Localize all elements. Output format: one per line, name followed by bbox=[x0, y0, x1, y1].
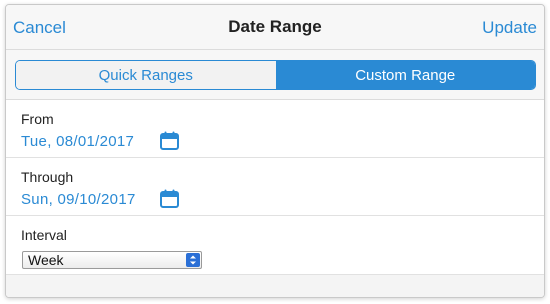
tab-quick-ranges[interactable]: Quick Ranges bbox=[16, 61, 276, 89]
from-date-value[interactable]: Tue, 08/01/2017 bbox=[21, 133, 134, 150]
through-date-value[interactable]: Sun, 09/10/2017 bbox=[21, 191, 136, 208]
range-segmented-control: Quick Ranges Custom Range bbox=[15, 60, 536, 90]
dialog-footer bbox=[6, 275, 544, 297]
calendar-icon[interactable] bbox=[160, 189, 179, 208]
select-arrows-icon bbox=[186, 253, 200, 267]
interval-select[interactable]: Week bbox=[22, 251, 202, 269]
calendar-icon[interactable] bbox=[160, 131, 179, 150]
dialog-title: Date Range bbox=[228, 17, 322, 36]
tab-custom-range[interactable]: Custom Range bbox=[275, 61, 535, 89]
date-range-dialog: Cancel Date Range Update Quick Ranges Cu… bbox=[5, 4, 545, 298]
interval-label: Interval bbox=[21, 227, 67, 243]
through-label: Through bbox=[21, 169, 74, 185]
from-row: From Tue, 08/01/2017 bbox=[6, 100, 544, 158]
through-row: Through Sun, 09/10/2017 bbox=[6, 158, 544, 216]
range-tab-bar: Quick Ranges Custom Range bbox=[6, 50, 544, 100]
update-button[interactable]: Update bbox=[482, 18, 537, 38]
interval-row: Interval Week bbox=[6, 216, 544, 275]
interval-selected-value: Week bbox=[28, 252, 64, 268]
from-label: From bbox=[21, 111, 54, 127]
dialog-header: Cancel Date Range Update bbox=[6, 5, 544, 50]
